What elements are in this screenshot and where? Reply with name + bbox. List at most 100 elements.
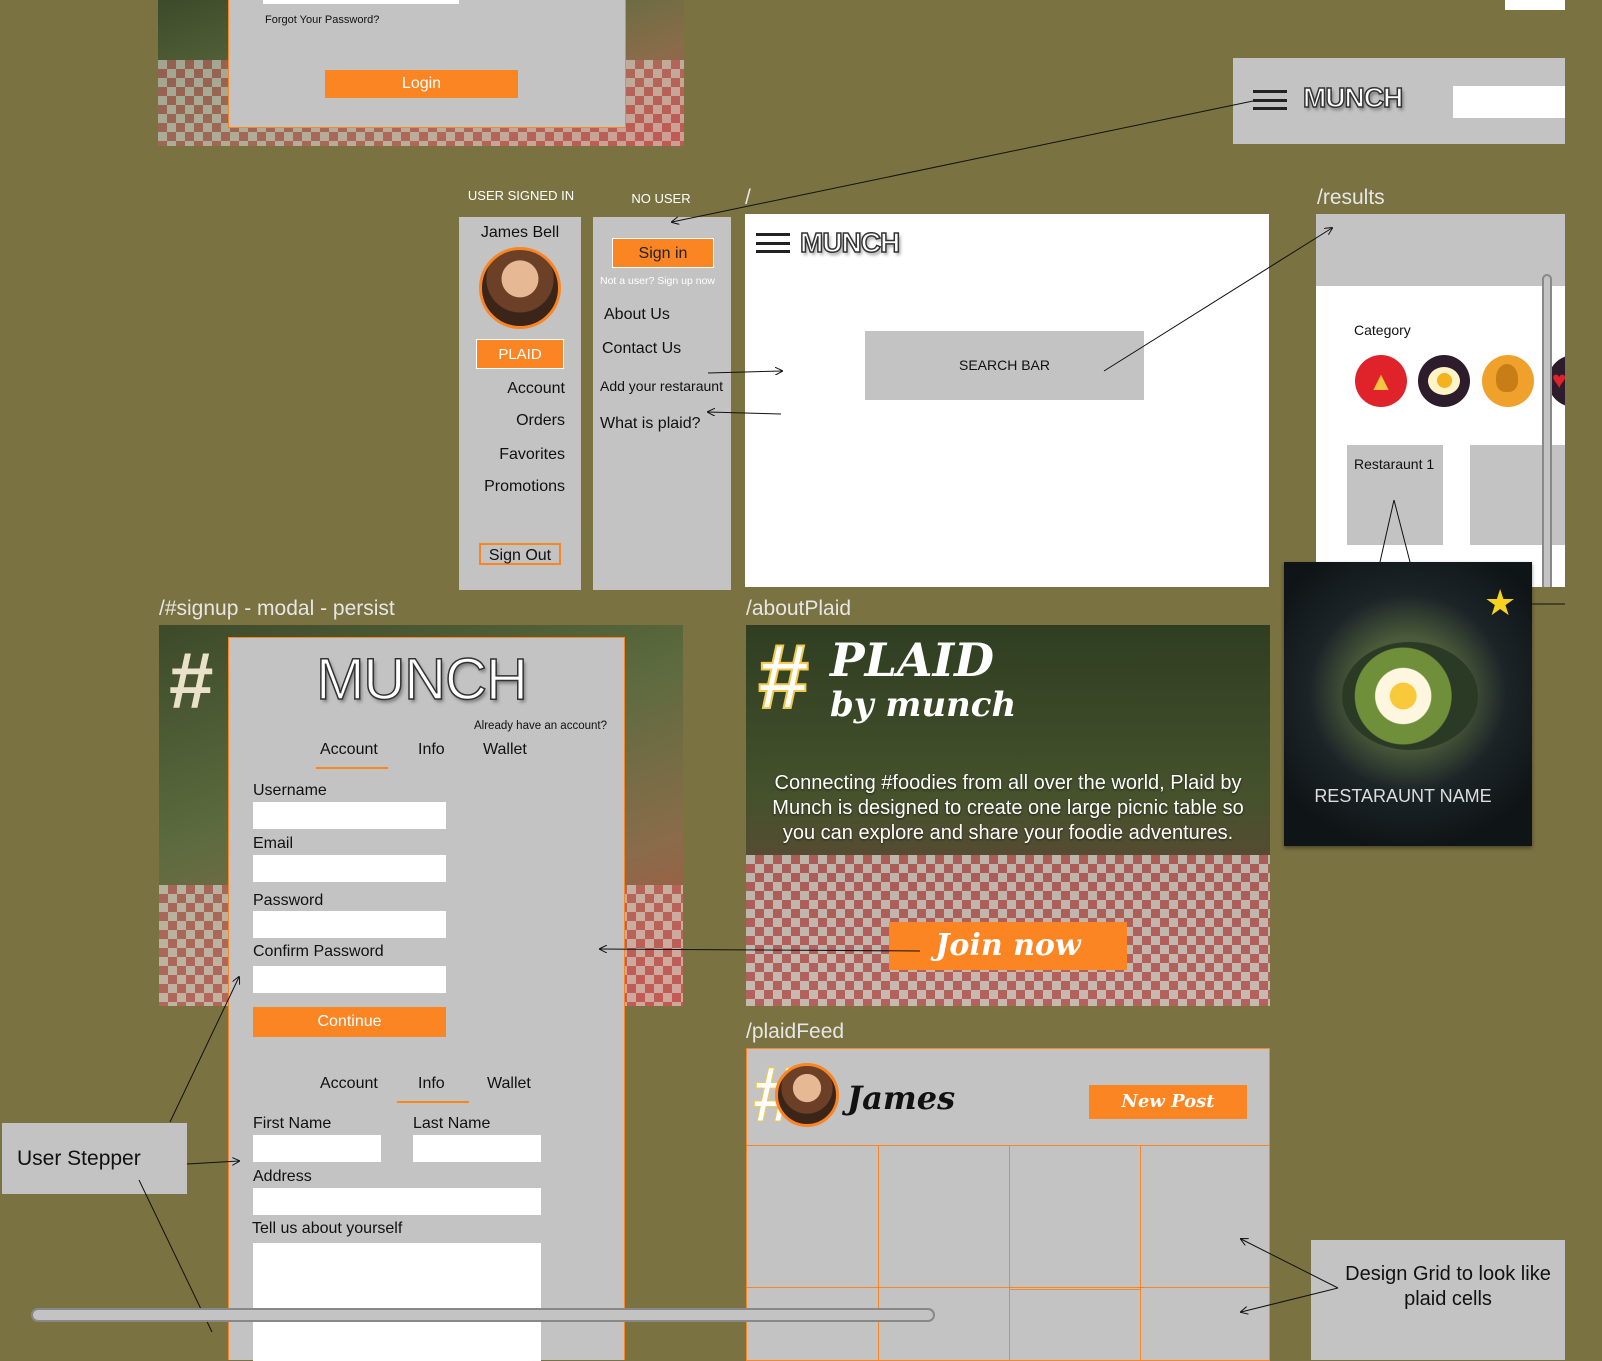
signup-logo: MUNCH [315, 646, 528, 713]
email-field[interactable] [253, 855, 446, 882]
tab2-indicator [397, 1101, 469, 1103]
avatar [479, 247, 561, 329]
menu-item-orders[interactable]: Orders [516, 412, 565, 430]
plaid-cell[interactable] [1009, 1145, 1141, 1288]
restaurant-1-card[interactable]: Restaraunt 1 [1347, 445, 1443, 545]
email-label: Email [253, 835, 294, 852]
signup-hint[interactable]: Not a user? Sign up now [600, 275, 715, 287]
about-label: Tell us about yourself [252, 1220, 403, 1237]
confirm-password-label: Confirm Password [253, 943, 384, 960]
confirm-password-field[interactable] [253, 966, 446, 993]
food-plate-image [1342, 642, 1478, 750]
search-bar[interactable]: SEARCH BAR [865, 331, 1144, 400]
tab2-account[interactable]: Account [320, 1075, 378, 1093]
forgot-password-link[interactable]: Forgot Your Password? [265, 14, 379, 26]
signed-in-menu: James Bell PLAID Account Orders Favorite… [459, 217, 581, 590]
continue-button[interactable]: Continue [253, 1007, 446, 1037]
results-header [1316, 214, 1565, 286]
corner-box [1505, 0, 1565, 10]
plaid-cell[interactable] [1140, 1145, 1270, 1288]
last-name-field[interactable] [413, 1135, 541, 1162]
menu-item-add-restaurant[interactable]: Add your restaraunt [600, 378, 723, 394]
no-user-menu: Sign in Not a user? Sign up now About Us… [593, 217, 731, 590]
menu-icon[interactable] [1253, 90, 1287, 110]
signup-modal: MUNCH Already have an account? Account I… [228, 637, 625, 1361]
tab2-info[interactable]: Info [418, 1075, 445, 1093]
plaid-cell[interactable] [878, 1145, 1010, 1288]
first-name-field[interactable] [253, 1135, 381, 1162]
route-results: /results [1317, 186, 1385, 209]
password-label: Password [253, 892, 324, 909]
signed-in-caption: USER SIGNED IN [467, 188, 575, 203]
menu-item-what-is-plaid[interactable]: What is plaid? [600, 415, 701, 433]
home-menu-icon[interactable] [756, 233, 790, 253]
restaurant-photo-card[interactable]: ★ RESTARAUNT NAME [1284, 562, 1532, 846]
restaurant-1-label: Restaraunt 1 [1354, 456, 1435, 472]
about-plaid-hero: # PLAID by munch Connecting #foodies fro… [746, 625, 1270, 1006]
route-signup: /#signup - modal - persist [159, 597, 395, 620]
plaid-cell[interactable] [746, 1287, 879, 1361]
restaurant-name: RESTARAUNT NAME [1314, 786, 1492, 806]
feed-avatar [775, 1063, 839, 1127]
header-logo: MUNCH [1302, 81, 1404, 114]
plaid-cell[interactable] [878, 1287, 1010, 1361]
egg-icon[interactable] [1418, 355, 1470, 407]
route-home: / [745, 186, 751, 209]
horizontal-scrollbar[interactable] [31, 1308, 935, 1322]
password-field[interactable] [253, 911, 446, 938]
plaid-cell[interactable] [1140, 1287, 1270, 1361]
menu-item-contact[interactable]: Contact Us [602, 340, 681, 358]
pizza-icon[interactable]: ▲ [1355, 355, 1407, 407]
first-name-label: First Name [253, 1115, 332, 1132]
about-textarea[interactable] [253, 1243, 541, 1361]
design-grid-label: Design Grid to look like plaid cells [1345, 1263, 1551, 1310]
no-user-caption: NO USER [631, 191, 691, 206]
results-scrollbar[interactable] [1542, 274, 1552, 587]
category-label: Category [1354, 322, 1411, 338]
menu-item-account[interactable]: Account [507, 380, 565, 398]
home-logo: MUNCH [799, 226, 901, 259]
hash-logo-icon: # [169, 636, 214, 725]
route-plaid-feed: /plaidFeed [746, 1020, 845, 1043]
home-page: MUNCH SEARCH BAR [745, 214, 1269, 587]
menu-item-favorites[interactable]: Favorites [499, 446, 565, 464]
menu-item-about[interactable]: About Us [604, 306, 670, 324]
new-post-button[interactable]: New Post [1089, 1085, 1247, 1119]
header-preview: MUNCH [1233, 58, 1565, 144]
user-stepper-label: User Stepper [17, 1147, 141, 1170]
login-button[interactable]: Login [325, 70, 518, 98]
username-field[interactable] [253, 802, 446, 829]
tab-wallet[interactable]: Wallet [483, 741, 527, 759]
sign-in-button[interactable]: Sign in [612, 238, 714, 268]
join-now-button[interactable]: Join now [889, 922, 1127, 970]
results-page: Category ▲ ♥ Restaraunt 1 [1316, 214, 1565, 587]
user-stepper-note: User Stepper [2, 1123, 187, 1194]
plaid-button[interactable]: PLAID [476, 339, 564, 369]
sign-out-button[interactable]: Sign Out [479, 543, 561, 565]
route-about-plaid: /aboutPlaid [746, 597, 852, 620]
plaid-cell[interactable] [746, 1145, 879, 1288]
menu-item-promotions[interactable]: Promotions [484, 478, 565, 496]
tab-indicator [316, 767, 388, 769]
username-label: Username [253, 782, 327, 799]
feed-user-name: James [847, 1079, 956, 1117]
tab2-wallet[interactable]: Wallet [487, 1075, 531, 1093]
address-field[interactable] [253, 1188, 541, 1215]
tab-account[interactable]: Account [320, 741, 378, 759]
plaid-hash-logo: # [757, 625, 810, 729]
plaid-brand: PLAID [830, 633, 995, 687]
plaid-cell[interactable] [1009, 1289, 1141, 1361]
tab-info[interactable]: Info [418, 741, 445, 759]
last-name-label: Last Name [413, 1115, 491, 1132]
already-have-account-link[interactable]: Already have an account? [474, 720, 607, 732]
star-icon[interactable]: ★ [1484, 582, 1516, 624]
login-panel: Forgot Your Password? Login [228, 0, 626, 128]
address-label: Address [253, 1168, 312, 1185]
drumstick-icon[interactable] [1482, 355, 1534, 407]
header-search-input[interactable] [1453, 86, 1565, 118]
plaid-by-munch: by munch [830, 685, 1017, 725]
plaid-description: Connecting #foodies from all over the wo… [772, 772, 1244, 844]
design-grid-note: Design Grid to look like plaid cells [1311, 1240, 1565, 1360]
user-name: James Bell [480, 224, 560, 241]
password-field[interactable] [263, 0, 459, 4]
